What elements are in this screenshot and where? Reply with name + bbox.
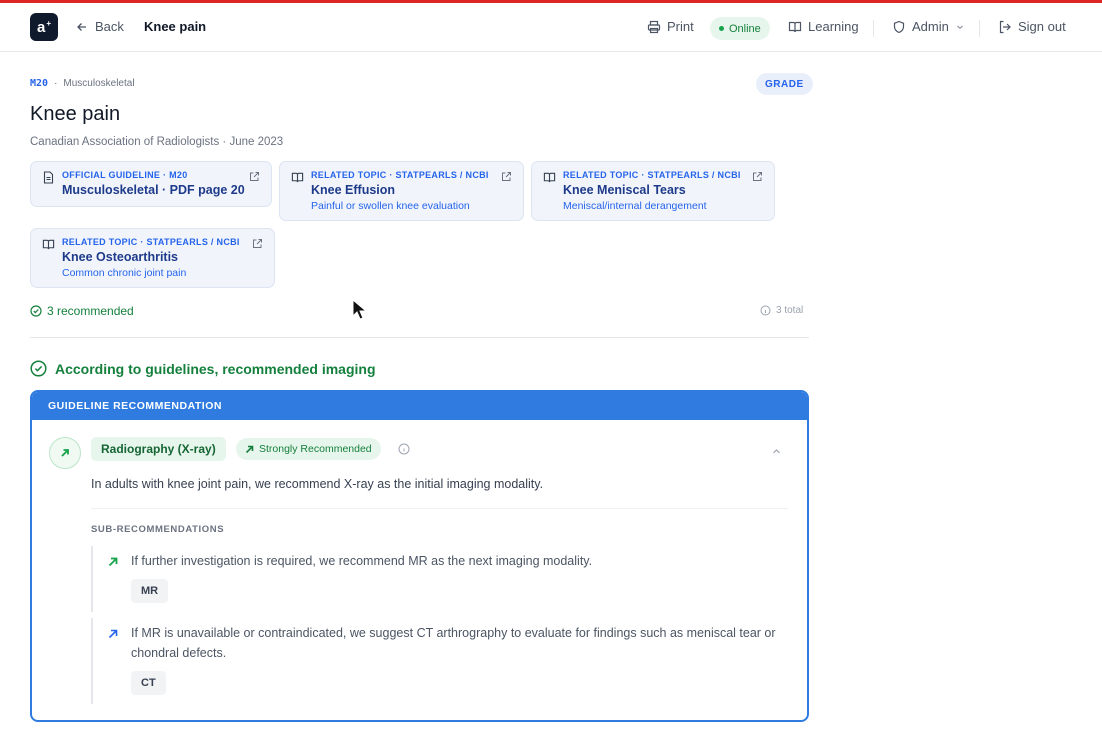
- sign-out-label: Sign out: [1018, 19, 1066, 34]
- recommendation-arrow-badge: [49, 437, 81, 469]
- card-kicker: OFFICIAL GUIDELINE · M20: [62, 170, 188, 180]
- topic-category: Musculoskeletal: [63, 78, 135, 89]
- section-heading-label: According to guidelines, recommended ima…: [55, 360, 376, 377]
- header-divider: [873, 20, 874, 37]
- total-count-label: 3 total: [776, 305, 804, 316]
- external-link-icon: [753, 172, 762, 181]
- card-title: Knee Osteoarthritis: [62, 250, 179, 264]
- recommended-count-label: 3 recommended: [47, 304, 134, 318]
- header-page-title: Knee pain: [144, 19, 207, 34]
- shield-icon: [893, 20, 905, 33]
- related-topic-card[interactable]: RELATED TOPIC · STATPEARLS / NCBI Knee E…: [279, 161, 524, 221]
- external-link-icon: [253, 239, 262, 248]
- arrow-left-icon: [77, 22, 86, 31]
- card-title: Knee Effusion: [311, 183, 396, 197]
- book-open-icon: [788, 21, 802, 32]
- card-kicker: RELATED TOPIC · STATPEARLS / NCBI: [311, 170, 489, 180]
- print-button[interactable]: Print: [647, 19, 694, 34]
- modality-chip: Radiography (X-ray): [91, 437, 226, 461]
- related-topic-card[interactable]: RELATED TOPIC · STATPEARLS / NCBI Knee M…: [531, 161, 775, 221]
- arrow-up-right-icon: [245, 445, 254, 453]
- panel-divider: [91, 508, 788, 509]
- arrow-up-right-icon: [61, 449, 69, 457]
- printer-icon: [647, 20, 661, 33]
- guideline-source: Canadian Association of Radiologists · J…: [30, 136, 284, 148]
- breadcrumb: M20 · Musculoskeletal: [30, 78, 135, 89]
- app-header: a + Back Knee pain Print Online Learning …: [0, 3, 1102, 52]
- sub-recommendation: If further investigation is required, we…: [91, 546, 791, 612]
- book-icon: [291, 172, 304, 183]
- recommendation-text: In adults with knee joint pain, we recom…: [91, 477, 544, 491]
- modality-tag: MR: [131, 579, 169, 603]
- panel-header: GUIDELINE RECOMMENDATION: [32, 392, 807, 420]
- section-heading: According to guidelines, recommended ima…: [30, 360, 376, 377]
- learning-link[interactable]: Learning: [788, 19, 859, 34]
- page-title: Knee pain: [30, 103, 121, 125]
- card-subtitle: Common chronic joint pain: [62, 267, 187, 279]
- sub-recommendation: If MR is unavailable or contraindicated,…: [91, 618, 791, 704]
- app-logo[interactable]: a +: [30, 13, 58, 41]
- guideline-card[interactable]: OFFICIAL GUIDELINE · M20 Musculoskeletal…: [30, 161, 272, 207]
- guideline-recommendation-panel: GUIDELINE RECOMMENDATION Radiography (X-…: [30, 390, 809, 722]
- breadcrumb-separator: ·: [54, 78, 58, 89]
- arrow-up-right-icon: [108, 629, 118, 639]
- card-kicker: RELATED TOPIC · STATPEARLS / NCBI: [62, 237, 240, 247]
- sign-out-button[interactable]: Sign out: [998, 19, 1066, 34]
- sign-out-icon: [999, 20, 1011, 33]
- learning-label: Learning: [808, 19, 859, 34]
- card-subtitle: Painful or swollen knee evaluation: [311, 200, 470, 212]
- admin-label: Admin: [912, 19, 949, 34]
- section-divider: [30, 337, 809, 338]
- sub-recommendation-text: If MR is unavailable or contraindicated,…: [131, 626, 776, 660]
- header-divider: [979, 20, 980, 37]
- sub-recommendation-text: If further investigation is required, we…: [131, 554, 593, 568]
- grade-badge: GRADE: [756, 73, 813, 95]
- chevron-up-icon[interactable]: [771, 446, 782, 457]
- card-title: Musculoskeletal · PDF page 20: [62, 183, 245, 197]
- print-label: Print: [667, 19, 694, 34]
- back-label: Back: [95, 19, 124, 34]
- status-dot: [719, 26, 724, 31]
- online-status-badge: Online: [710, 17, 770, 40]
- book-icon: [42, 239, 55, 250]
- external-link-icon: [502, 172, 511, 181]
- card-subtitle: Meniscal/internal derangement: [563, 200, 707, 212]
- recommended-count: 3 recommended: [30, 304, 134, 318]
- document-icon: [43, 171, 54, 184]
- related-topic-card[interactable]: RELATED TOPIC · STATPEARLS / NCBI Knee O…: [30, 228, 275, 288]
- mouse-cursor-icon: [352, 299, 368, 320]
- logo-letter: a: [36, 18, 46, 36]
- chevron-down-icon: [957, 25, 963, 29]
- strength-label: Strongly Recommended: [259, 443, 372, 455]
- check-circle-icon: [30, 360, 47, 377]
- topic-code: M20: [30, 78, 49, 89]
- back-button[interactable]: Back: [76, 19, 124, 34]
- book-icon: [543, 172, 556, 183]
- total-count: 3 total: [760, 305, 803, 316]
- card-title: Knee Meniscal Tears: [563, 183, 686, 197]
- strength-badge: Strongly Recommended: [236, 438, 381, 460]
- admin-menu[interactable]: Admin: [892, 19, 965, 34]
- sub-recommendations-heading: SUB-RECOMMENDATIONS: [91, 524, 225, 535]
- arrow-up-right-icon: [108, 557, 118, 567]
- external-link-icon: [250, 172, 259, 181]
- info-icon: [760, 305, 771, 316]
- check-circle-icon: [30, 305, 42, 317]
- card-kicker: RELATED TOPIC · STATPEARLS / NCBI: [563, 170, 741, 180]
- online-label: Online: [729, 22, 761, 35]
- modality-tag: CT: [131, 671, 166, 695]
- info-icon[interactable]: [398, 443, 410, 455]
